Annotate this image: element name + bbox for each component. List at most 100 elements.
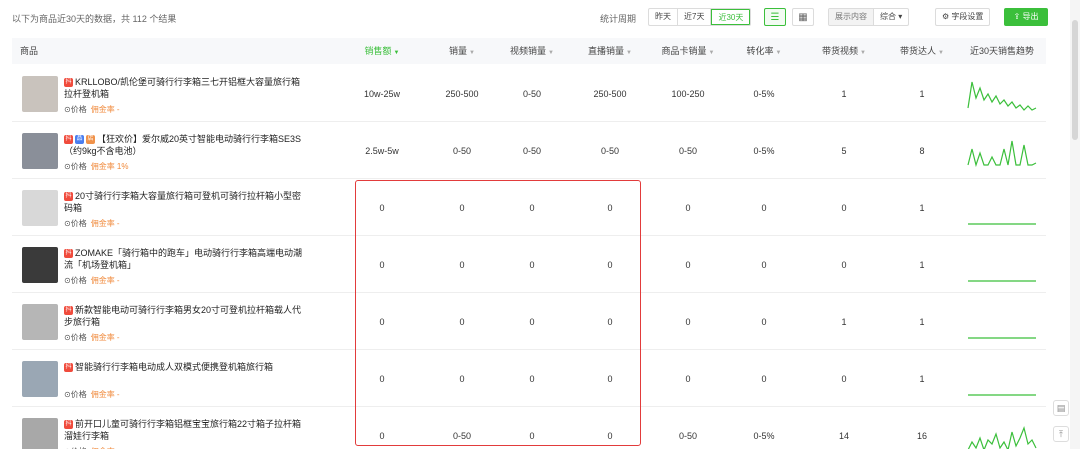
col-sales-volume-label: 销量	[449, 46, 468, 56]
commission-rate: 佣金率 -	[90, 219, 120, 228]
product-meta: ⊙价格佣金率 -	[64, 332, 120, 343]
display-content-value: 综合	[880, 12, 896, 21]
cell-conversion: 0-5%	[753, 89, 775, 99]
product-name: ZOMAKE「骑行箱中的跑车」电动骑行行李箱高端电动潮流「机场登机箱」	[64, 248, 303, 270]
product-thumbnail[interactable]	[22, 133, 58, 169]
period-selector: 昨天 近7天 近30天	[648, 8, 752, 26]
col-conversion[interactable]: 转化率 ▼	[724, 38, 804, 64]
col-card-sales[interactable]: 商品卡销量 ▼	[648, 38, 728, 64]
col-card-sales-label: 商品卡销量	[661, 46, 707, 56]
cell-sales-amount: 10w-25w	[363, 89, 401, 99]
cell-sales-amount: 2.5w-5w	[365, 146, 399, 156]
douyin-badge-icon: 抖	[64, 306, 73, 316]
product-thumbnail[interactable]	[22, 190, 58, 226]
cell-influencers: 1	[919, 317, 925, 327]
sort-icon: ▼	[469, 50, 475, 56]
cell-card-sales: 0-50	[678, 146, 697, 156]
cell-conversion: 0	[761, 317, 767, 327]
col-live-sales[interactable]: 直播销量 ▼	[570, 38, 650, 64]
table-row[interactable]: 抖 20寸骑行行李箱大容量旅行箱可登机可骑行拉杆箱小型密码箱 ⊙价格 佣金率 - 0 0 0…	[12, 180, 1046, 236]
product-thumbnail[interactable]	[22, 418, 58, 449]
period-7days[interactable]: 近7天	[678, 9, 712, 25]
cell-card-sales: 0	[685, 260, 691, 270]
sort-desc-icon: ▼	[393, 50, 400, 56]
display-content-dropdown[interactable]: 综合 ▾	[874, 9, 908, 25]
product-thumbnail[interactable]	[22, 76, 58, 112]
cell-video-sales: 0-50	[522, 146, 541, 156]
sales-trend-sparkline	[968, 394, 1036, 396]
cell-conversion: 0-5%	[753, 431, 775, 441]
commission-rate: 佣金率 -	[90, 276, 120, 285]
cell-live-sales: 0	[607, 203, 613, 213]
toolbar: 以下为商品近30天的数据，共 112 个结果 统计周期 昨天 近7天 近30天 …	[0, 0, 1080, 34]
product-name-cell[interactable]: 抖 KRLLOBO/凯伦堡可骑行行李箱三七开铝框大容量旅行箱拉杆登机箱	[64, 76, 304, 100]
cell-conversion: 0	[761, 374, 767, 384]
scroll-thumb[interactable]	[1072, 20, 1078, 140]
col-influencers[interactable]: 带货达人 ▼	[882, 38, 962, 64]
product-thumbnail[interactable]	[22, 361, 58, 397]
cell-sales-amount: 0	[379, 317, 385, 327]
douyin-badge-icon: 抖	[64, 192, 73, 202]
grid-view-icon[interactable]: ▦	[792, 8, 814, 26]
product-name-cell[interactable]: 抖前开口儿童可骑行行李箱铝框宝宝旅行箱22寸箱子拉杆箱溜娃行李箱	[64, 418, 304, 442]
cell-conversion: 0	[761, 260, 767, 270]
product-name-cell[interactable]: 抖 ZOMAKE「骑行箱中的跑车」电动骑行行李箱高端电动潮流「机场登机箱」	[64, 247, 304, 271]
cell-card-sales: 0	[685, 203, 691, 213]
douyin-badge-icon: 抖	[64, 135, 73, 145]
price-icon: ⊙	[64, 333, 71, 342]
col-video-sales[interactable]: 视频销量 ▼	[492, 38, 572, 64]
product-name-cell[interactable]: 抖品店【狂欢价】爱尔威20英寸智能电动骑行行李箱SE3S（约9kg不含电池）	[64, 133, 304, 157]
cell-influencers: 1	[919, 203, 925, 213]
commission-rate: 佣金率 1%	[90, 162, 129, 171]
product-name-cell[interactable]: 抖智能骑行行李箱电动成人双模式便携登机箱旅行箱	[64, 361, 304, 373]
col-trend: 近30天销售趋势	[969, 46, 1034, 56]
cell-influencers: 8	[919, 146, 925, 156]
period-label: 统计周期	[600, 14, 637, 24]
cell-card-sales: 0	[685, 374, 691, 384]
list-view-icon[interactable]: ☰	[764, 8, 786, 26]
product-name: 智能骑行行李箱电动成人双模式便携登机箱旅行箱	[75, 362, 274, 372]
cell-influencers: 1	[919, 89, 925, 99]
table-row[interactable]: 抖前开口儿童可骑行行李箱铝框宝宝旅行箱22寸箱子拉杆箱溜娃行李箱⊙价格佣金率 -…	[12, 408, 1046, 449]
cell-sales-volume: 0	[459, 203, 465, 213]
cell-sales-volume: 0	[459, 317, 465, 327]
cell-video-sales: 0	[529, 317, 535, 327]
product-thumbnail[interactable]	[22, 304, 58, 340]
table-row[interactable]: 抖智能骑行行李箱电动成人双模式便携登机箱旅行箱 ⊙价格 佣金率 - 0 0 0 0 0 0 0 1	[12, 351, 1046, 407]
cell-videos: 14	[838, 431, 849, 441]
product-name-cell[interactable]: 抖 20寸骑行行李箱大容量旅行箱可登机可骑行拉杆箱小型密码箱	[64, 190, 304, 214]
field-settings-button[interactable]: ⚙ 字段设置	[935, 8, 991, 26]
result-summary: 以下为商品近30天的数据，共 112 个结果	[12, 14, 177, 24]
col-influencers-label: 带货达人	[900, 46, 937, 56]
cell-sales-volume: 250-500	[445, 89, 479, 99]
cell-conversion: 0	[761, 203, 767, 213]
price-label: 价格	[70, 333, 87, 342]
col-sales-volume[interactable]: 销量 ▼	[422, 38, 502, 64]
cell-card-sales: 0-50	[678, 431, 697, 441]
sort-icon: ▼	[626, 50, 632, 56]
calculator-icon[interactable]: ▤	[1053, 400, 1069, 416]
back-to-top-icon[interactable]: ⤒	[1053, 426, 1069, 442]
col-sales-amount[interactable]: 销售额 ▼	[342, 38, 422, 64]
table-row[interactable]: 抖品店【狂欢价】爱尔威20英寸智能电动骑行行李箱SE3S（约9kg不含电池） ⊙价…	[12, 123, 1046, 179]
commission-rate: 佣金率 -	[90, 105, 120, 114]
cell-video-sales: 0	[529, 374, 535, 384]
period-30days[interactable]: 近30天	[711, 9, 751, 25]
export-label: 导出	[1022, 12, 1039, 21]
product-name-cell[interactable]: 抖新款智能电动可骑行行李箱男女20寸可登机拉杆箱载人代步旅行箱	[64, 304, 304, 328]
shop-badge-icon: 店	[86, 135, 95, 145]
product-name: 前开口儿童可骑行行李箱铝框宝宝旅行箱22寸箱子拉杆箱溜娃行李箱	[64, 419, 302, 441]
price-icon: ⊙	[64, 276, 71, 285]
cell-videos: 0	[841, 260, 847, 270]
export-button[interactable]: ⇪ 导出	[1004, 8, 1048, 26]
product-thumbnail[interactable]	[22, 247, 58, 283]
table-row[interactable]: 抖新款智能电动可骑行行李箱男女20寸可登机拉杆箱载人代步旅行箱 ⊙价格 佣金率 - 0…	[12, 294, 1046, 350]
table-row[interactable]: 抖 KRLLOBO/凯伦堡可骑行行李箱三七开铝框大容量旅行箱拉杆登机箱 ⊙价格 佣金率…	[12, 66, 1046, 122]
period-yesterday[interactable]: 昨天	[649, 9, 678, 25]
col-videos[interactable]: 带货视频 ▼	[804, 38, 884, 64]
cell-influencers: 16	[916, 431, 927, 441]
table-row[interactable]: 抖 ZOMAKE「骑行箱中的跑车」电动骑行行李箱高端电动潮流「机场登机箱」 ⊙价格佣…	[12, 237, 1046, 293]
price-label: 价格	[70, 162, 87, 171]
brand-badge-icon: 品	[75, 135, 84, 145]
price-icon: ⊙	[64, 219, 71, 228]
